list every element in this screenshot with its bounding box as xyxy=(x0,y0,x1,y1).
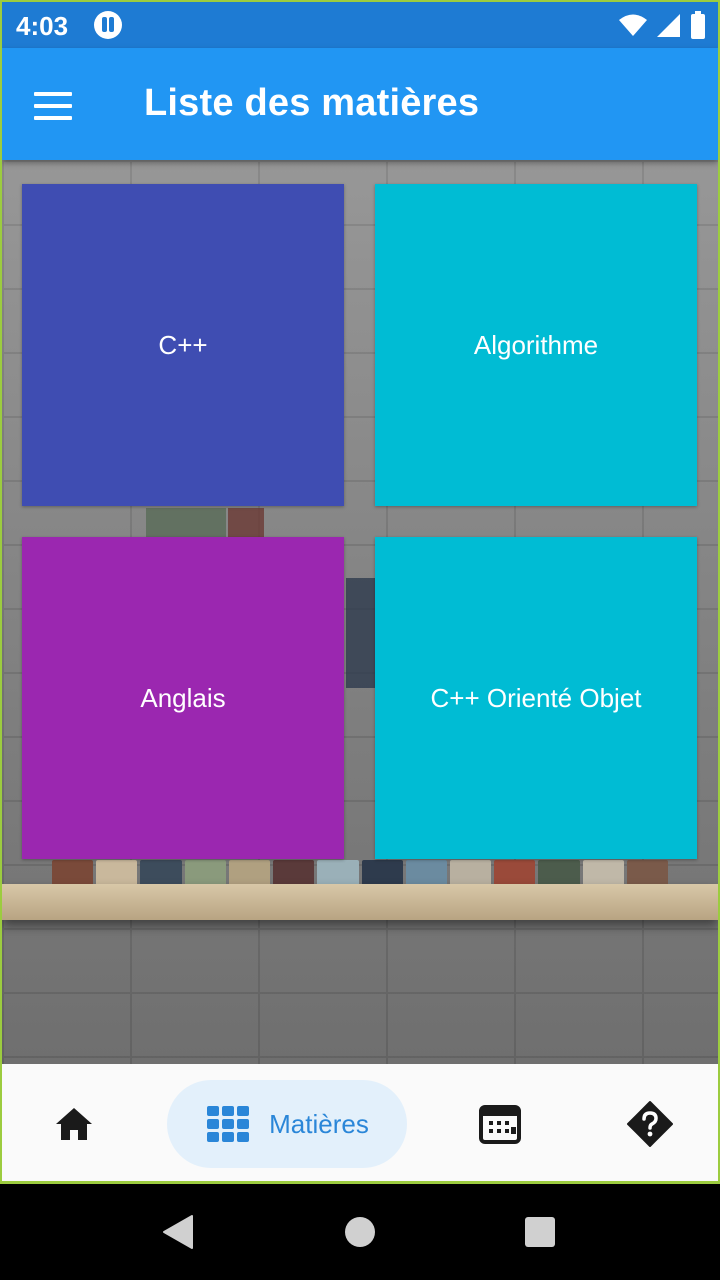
app-bar: Liste des matières xyxy=(2,48,718,160)
system-home-button[interactable] xyxy=(320,1184,400,1280)
calendar-icon xyxy=(479,1105,521,1144)
nav-home[interactable] xyxy=(22,1080,126,1168)
battery-icon xyxy=(691,11,705,39)
subject-tile-anglais[interactable]: Anglais xyxy=(22,537,344,859)
subject-tile-label: C++ Orienté Objet xyxy=(430,682,642,713)
background-shelf xyxy=(2,884,718,920)
app-notification-icon xyxy=(94,11,122,39)
home-icon xyxy=(56,1108,92,1140)
status-bar: 4:03 xyxy=(2,2,718,48)
back-icon xyxy=(163,1215,193,1249)
nav-help[interactable] xyxy=(598,1080,702,1168)
subjects-grid-area: C++ Algorithme Anglais C++ Orienté Objet xyxy=(2,160,718,1064)
system-navigation-bar xyxy=(0,1184,720,1280)
cell-signal-icon xyxy=(657,14,680,37)
subject-tile-cpp[interactable]: C++ xyxy=(22,184,344,506)
grid-icon xyxy=(207,1106,250,1142)
help-icon xyxy=(627,1101,673,1147)
subject-tile-algorithme[interactable]: Algorithme xyxy=(375,184,697,506)
page-title: Liste des matières xyxy=(144,82,480,124)
nav-matieres-label: Matières xyxy=(269,1108,369,1139)
home-circle-icon xyxy=(345,1217,375,1247)
bottom-navigation: Matières xyxy=(2,1064,718,1181)
nav-calendar[interactable] xyxy=(448,1080,552,1168)
wifi-icon xyxy=(619,14,647,36)
nav-matieres[interactable]: Matières xyxy=(167,1080,407,1168)
subject-tile-label: Anglais xyxy=(140,682,226,713)
status-time: 4:03 xyxy=(16,11,69,41)
app-window: 4:03 Liste des matières C++ Algorithme A… xyxy=(0,0,720,1184)
system-recents-button[interactable] xyxy=(500,1184,580,1280)
menu-icon[interactable] xyxy=(32,84,74,124)
subject-tile-label: C++ xyxy=(158,329,208,360)
subject-tile-cpp-oriente-objet[interactable]: C++ Orienté Objet xyxy=(375,537,697,859)
subject-tile-label: Algorithme xyxy=(473,329,599,360)
system-back-button[interactable] xyxy=(138,1184,218,1280)
status-icons xyxy=(618,11,706,39)
recents-icon xyxy=(525,1217,555,1247)
